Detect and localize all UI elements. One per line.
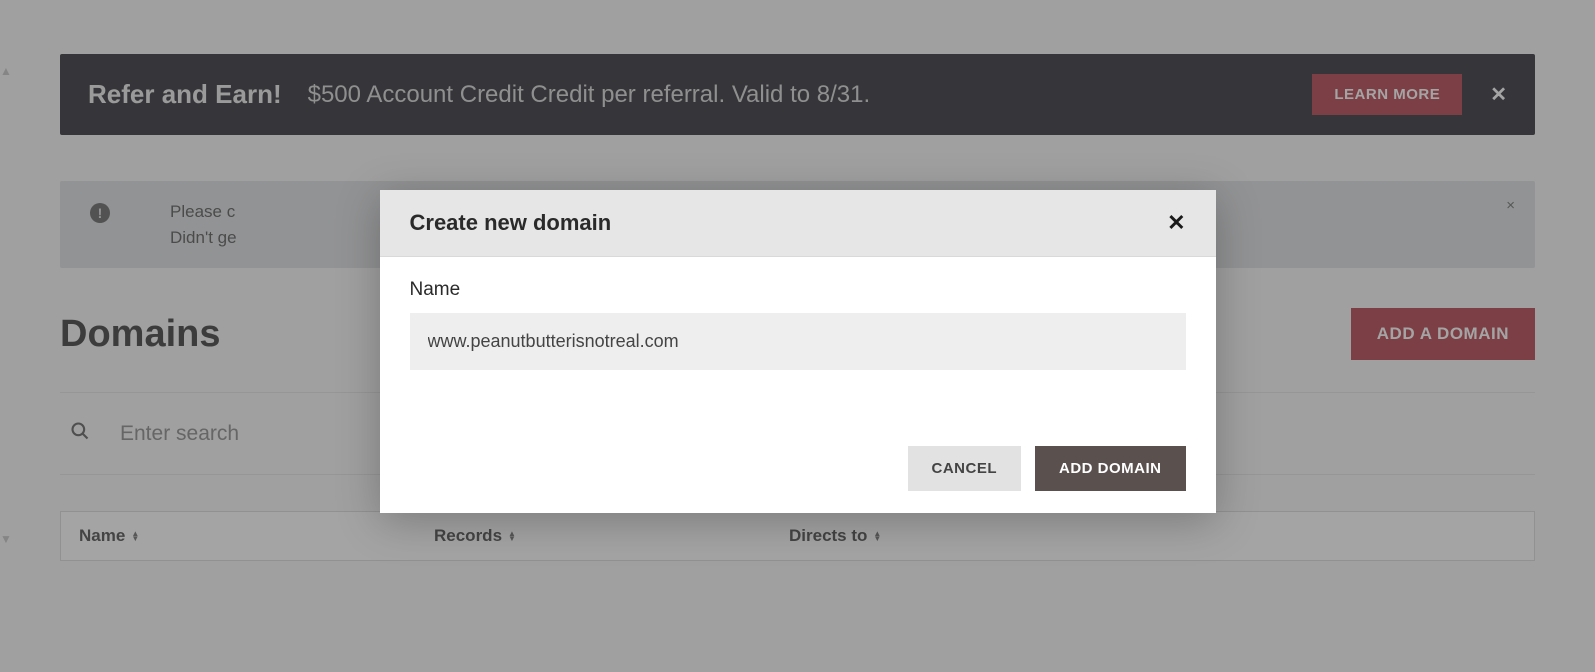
add-domain-submit-button[interactable]: ADD DOMAIN: [1035, 446, 1186, 491]
modal-title: Create new domain: [410, 210, 1168, 236]
modal-body: Name: [380, 257, 1216, 376]
name-field-label: Name: [410, 279, 1186, 301]
modal-header: Create new domain ✕: [380, 190, 1216, 257]
create-domain-modal: Create new domain ✕ Name CANCEL ADD DOMA…: [380, 190, 1216, 513]
domain-name-input[interactable]: [410, 313, 1186, 370]
cancel-button[interactable]: CANCEL: [908, 446, 1022, 491]
modal-overlay[interactable]: Create new domain ✕ Name CANCEL ADD DOMA…: [0, 0, 1595, 672]
modal-close-icon[interactable]: ✕: [1167, 210, 1185, 236]
modal-footer: CANCEL ADD DOMAIN: [380, 376, 1216, 513]
